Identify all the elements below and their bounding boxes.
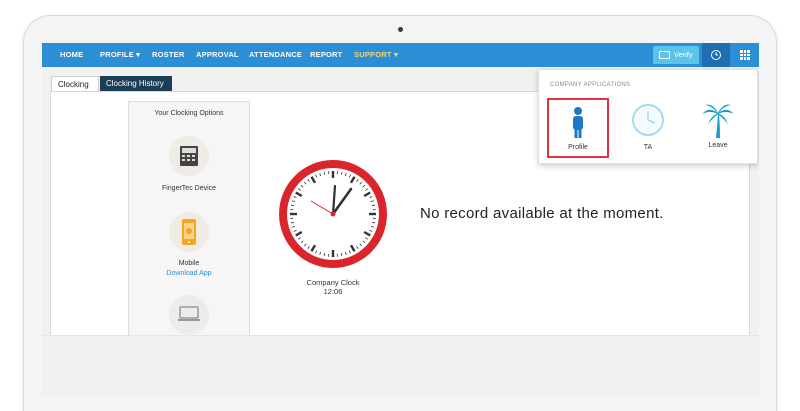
laptop-icon <box>169 295 209 335</box>
nav-support[interactable]: SUPPORT ▾ <box>354 43 398 67</box>
company-clock-label: Company Clock <box>288 278 378 287</box>
verify-label: Verify <box>674 46 693 64</box>
person-icon <box>549 102 607 142</box>
apps-grid-icon <box>740 50 750 60</box>
options-title: Your Clocking Options <box>129 110 249 117</box>
app-leave-label: Leave <box>687 142 749 149</box>
tab-clocking-history[interactable]: Clocking History <box>100 76 172 92</box>
app-leave[interactable]: Leave <box>687 98 749 158</box>
screen-bottom-area <box>42 335 759 396</box>
fingertec-device-icon <box>169 136 209 176</box>
company-clock-face <box>278 159 388 269</box>
apps-button[interactable] <box>731 43 759 67</box>
web-option[interactable] <box>169 295 209 335</box>
clocking-options: Your Clocking Options FingerTec Device M… <box>128 101 250 338</box>
mobile-phone-icon <box>169 212 209 252</box>
camera-dot <box>398 27 403 32</box>
ta-clock-icon <box>617 102 679 142</box>
verify-button[interactable]: Verify <box>653 46 699 64</box>
applications-heading: COMPANY APPLICATIONS <box>550 82 630 88</box>
mobile-label: Mobile <box>129 260 249 267</box>
nav-approval[interactable]: APPROVAL <box>196 43 239 67</box>
mobile-option[interactable] <box>169 212 209 252</box>
app-ta-label: TA <box>617 144 679 151</box>
app-profile-label: Profile <box>547 144 609 151</box>
app-ta[interactable]: TA <box>617 98 679 158</box>
nav-attendance[interactable]: ATTENDANCE <box>249 43 302 67</box>
company-applications-menu: COMPANY APPLICATIONS Profile TA <box>538 69 758 164</box>
nav-report[interactable]: REPORT <box>310 43 342 67</box>
download-app-link[interactable]: Download App <box>129 270 249 277</box>
company-clock-time: 12:06 <box>288 287 378 296</box>
fingertec-label: FingerTec Device <box>129 185 249 192</box>
nav-profile[interactable]: PROFILE ▾ <box>100 43 140 67</box>
verify-icon <box>659 51 670 59</box>
nav-home[interactable]: HOME <box>60 43 83 67</box>
tab-clocking[interactable]: Clocking <box>51 76 99 92</box>
clock-hands <box>702 43 730 67</box>
fingertec-option[interactable] <box>169 136 209 176</box>
palm-tree-icon <box>687 100 749 140</box>
top-nav: HOME PROFILE ▾ ROSTER APPROVAL ATTENDANC… <box>42 43 759 67</box>
app-profile[interactable]: Profile <box>547 98 609 158</box>
no-record-message: No record available at the moment. <box>420 205 664 222</box>
clock-button[interactable] <box>702 43 730 67</box>
nav-roster[interactable]: ROSTER <box>152 43 184 67</box>
